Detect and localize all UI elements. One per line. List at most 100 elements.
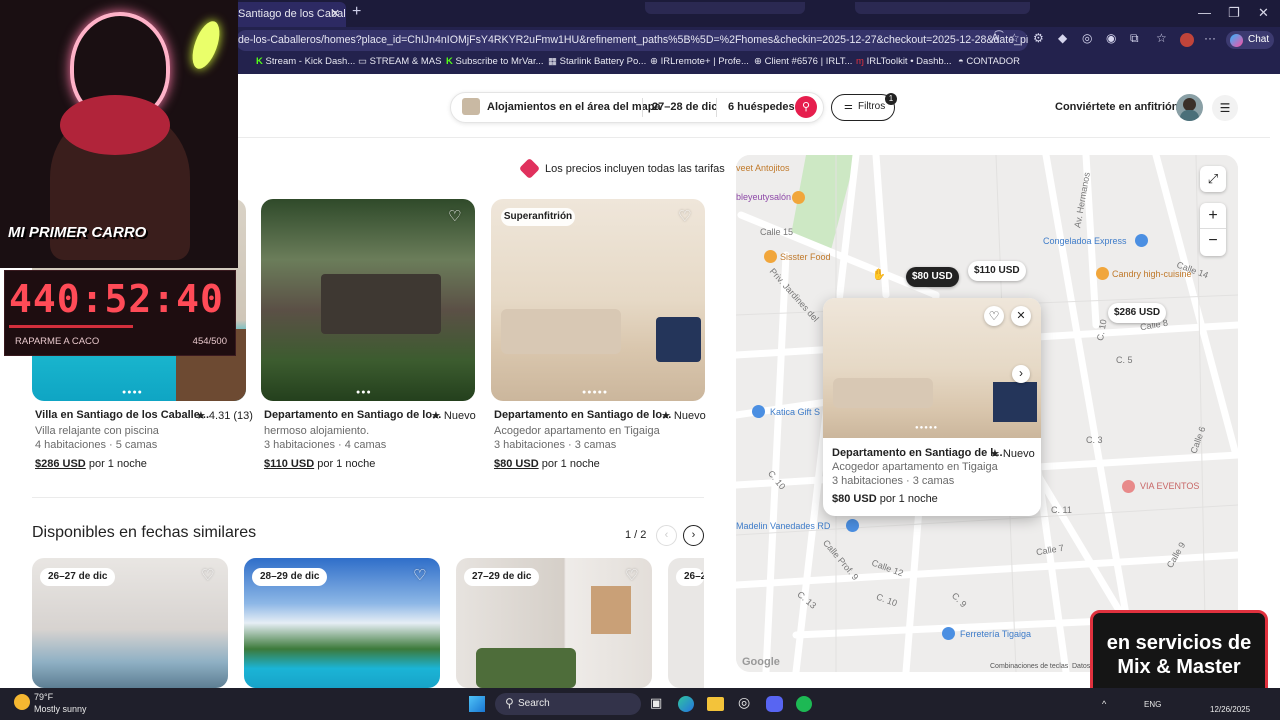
extension-icon[interactable]: ◆ [1058, 31, 1067, 45]
next-page-button[interactable]: › [683, 525, 704, 546]
new-tab-icon[interactable]: + [352, 3, 361, 21]
store-pin-icon[interactable] [752, 405, 765, 418]
map-poi[interactable]: Congeladoa Express [1043, 236, 1127, 246]
heart-icon[interactable]: ♡ [678, 207, 691, 225]
search-box[interactable]: ⚲ Search [495, 693, 641, 715]
map-listing-card[interactable]: ♡ ✕ › ●●●●● Departamento en Santiago de … [823, 298, 1041, 516]
bookmark-item[interactable]: K Subscribe to MrVar... [446, 56, 544, 67]
map-poi[interactable]: Katica Gift S [770, 407, 820, 417]
listing-photo[interactable] [491, 199, 705, 401]
more-icon[interactable]: ··· [1204, 31, 1216, 45]
zoom-in-icon[interactable]: + [1200, 203, 1226, 229]
listing-description: Villa relajante con piscina [35, 425, 159, 437]
search-dates[interactable]: 27–28 de dic [652, 101, 717, 113]
separator [642, 98, 643, 117]
listing-photo[interactable] [823, 298, 1041, 438]
url-field[interactable]: de-los-Caballeros/homes?place_id=ChIJn4n… [236, 30, 1028, 51]
become-host-link[interactable]: Conviértete en anfitrión [1055, 101, 1178, 113]
weather-text[interactable]: Mostly sunny [34, 704, 87, 714]
store-pin-icon[interactable] [846, 519, 859, 532]
copilot-chat-button[interactable]: Chat [1226, 31, 1274, 49]
bookmark-item[interactable]: ⊕ Client #6576 | IRLT... [754, 56, 852, 67]
keyboard-shortcuts-link[interactable]: Combinaciones de teclas [990, 663, 1068, 670]
expand-map-icon[interactable]: ⤢ [1200, 166, 1226, 192]
spotify-icon[interactable] [796, 696, 812, 712]
heart-icon[interactable]: ♡ [201, 566, 214, 584]
restaurant-pin-icon[interactable] [792, 191, 805, 204]
heart-icon[interactable]: ♡ [448, 207, 461, 225]
file-explorer-icon[interactable] [707, 697, 724, 711]
windows-start-icon[interactable] [469, 696, 485, 712]
listing-price[interactable]: $110 USD por 1 noche [264, 458, 375, 470]
filters-count-badge: 1 [885, 93, 897, 105]
close-tab-icon[interactable]: ✕ [331, 2, 340, 26]
search-area-label[interactable]: Alojamientos en el área del mapa [487, 101, 661, 113]
extension-icon[interactable]: ◎ [1082, 31, 1092, 45]
tab-active[interactable]: Santiago de los Caballeros✕ [228, 2, 346, 27]
map-data-link[interactable]: Datos [1072, 663, 1090, 670]
restaurant-pin-icon[interactable] [1096, 267, 1109, 280]
listing-price[interactable]: $80 USD por 1 noche [494, 458, 600, 470]
search-guests[interactable]: 6 huéspedes [728, 101, 795, 113]
listing-photo[interactable] [261, 199, 475, 401]
map-poi[interactable]: bleyeutysalón [736, 192, 791, 202]
profile-icon[interactable] [1180, 33, 1194, 47]
bookmark-item[interactable]: ⊕ IRLremote+ | Profe... [650, 56, 749, 67]
search-icon: ⚲ [505, 696, 514, 710]
store-pin-icon[interactable] [1135, 234, 1148, 247]
listing-price[interactable]: $286 USD por 1 noche [35, 458, 147, 470]
price-pin[interactable]: $286 USD [1108, 303, 1167, 323]
map-poi[interactable]: Sisster Food [780, 252, 831, 262]
bookmark-item[interactable]: ▦ Starlink Battery Po... [548, 56, 646, 67]
heart-icon[interactable]: ♡ [984, 306, 1004, 326]
extension-icon[interactable]: ⚙ [1033, 31, 1044, 45]
timer-value: 440:52:40 [9, 277, 224, 321]
map-poi[interactable]: VIA EVENTOS [1140, 481, 1199, 491]
listing-title[interactable]: Departamento en Santiago de lo... [494, 409, 671, 421]
favorite-icon[interactable]: ☆ [1009, 31, 1020, 45]
prev-page-button[interactable]: ‹ [656, 525, 677, 546]
listing-title[interactable]: Villa en Santiago de los Caballe... [35, 409, 209, 421]
extension-icon[interactable]: ◉ [1106, 31, 1116, 45]
map-poi[interactable]: Madelin Vanedades RD [736, 521, 830, 531]
language-indicator[interactable]: ENG [1144, 700, 1161, 709]
tray-chevron-icon[interactable]: ^ [1102, 699, 1106, 709]
bookmark-item[interactable]: ◓ CONTADOR [958, 56, 1020, 67]
map-poi[interactable]: veet Antojitos [736, 163, 790, 173]
listing-rooms: 4 habitaciones · 5 camas [35, 439, 158, 451]
maximize-icon[interactable]: ❐ [1228, 5, 1240, 21]
close-icon[interactable]: ✕ [1011, 306, 1031, 326]
event-pin-icon[interactable] [1122, 480, 1135, 493]
menu-icon[interactable]: ☰ [1212, 95, 1238, 121]
goal-progress-bar [9, 325, 133, 328]
temperature[interactable]: 79°F [34, 692, 53, 702]
close-window-icon[interactable]: ✕ [1258, 5, 1269, 21]
price-pin[interactable]: $110 USD [968, 261, 1026, 281]
heart-icon[interactable]: ♡ [413, 566, 426, 584]
weather-icon[interactable] [14, 694, 30, 710]
avatar[interactable] [1176, 94, 1203, 121]
store-pin-icon[interactable] [942, 627, 955, 640]
chevron-right-icon[interactable]: › [1012, 365, 1030, 383]
heart-icon[interactable]: ♡ [625, 566, 638, 584]
search-button[interactable]: ⚲ [795, 96, 817, 118]
read-aloud-icon[interactable]: A͡ [991, 31, 999, 45]
minimize-icon[interactable]: — [1198, 5, 1211, 20]
restaurant-pin-icon[interactable] [764, 250, 777, 263]
listing-title[interactable]: Departamento en Santiago de lo... [264, 409, 441, 421]
date-badge: 27–29 de dic [464, 568, 540, 586]
obs-icon[interactable]: ◎ [738, 694, 750, 711]
zoom-out-icon[interactable]: − [1200, 229, 1226, 255]
favorites-icon[interactable]: ☆ [1156, 31, 1167, 45]
bookmark-item[interactable]: K Stream - Kick Dash... [256, 56, 355, 67]
street-label: C. 3 [1086, 435, 1103, 445]
price-pin-selected[interactable]: $80 USD [906, 267, 959, 287]
extensions-icon[interactable]: ⧉ [1130, 31, 1139, 46]
map-poi[interactable]: Ferretería Tigaiga [960, 629, 1031, 639]
edge-icon[interactable] [678, 696, 694, 712]
task-view-icon[interactable]: ▣ [650, 695, 662, 711]
clock-date[interactable]: 12/26/2025 [1210, 705, 1250, 714]
bookmark-folder[interactable]: ▭ STREAM & MAS [358, 56, 441, 67]
bookmark-item[interactable]: ɱ IRLToolkit • Dashb... [856, 56, 952, 67]
discord-icon[interactable] [766, 696, 783, 712]
